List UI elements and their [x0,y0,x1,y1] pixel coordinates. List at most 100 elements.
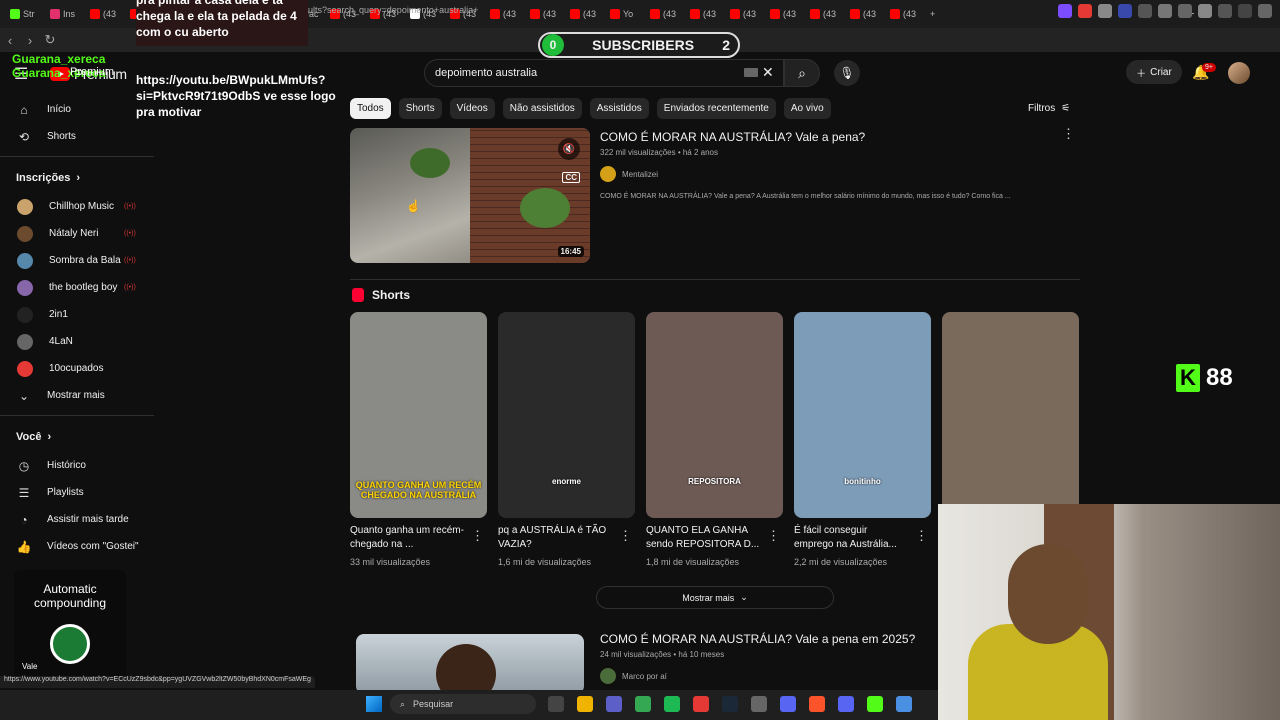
short-title[interactable]: Quanto ganha um recém-chegado na ... [350,524,465,552]
vpn-icon[interactable] [1238,4,1252,18]
short-thumbnail[interactable]: QUANTO GANHA UM RECÉM CHEGADO NA AUSTRÁL… [350,312,487,518]
menu-icon[interactable] [1258,4,1272,18]
more-options-icon[interactable]: ⋮ [619,528,632,544]
more-options-icon[interactable]: ⋮ [767,528,780,544]
app-icon[interactable] [751,696,767,712]
more-options-icon[interactable]: ⋮ [471,528,484,544]
search-input[interactable]: depoimento australia [424,59,784,87]
sidebar-item-you[interactable]: 👍 Vídeos com "Gostei" [0,533,154,560]
sidebar-show-more[interactable]: ⌄ Mostrar mais [0,382,154,409]
sidebar-item-subscription[interactable]: 10ocupados [0,355,154,382]
short-title[interactable]: É fácil conseguir emprego na Austrália..… [794,524,909,552]
extension-icon[interactable] [1078,4,1092,18]
windows-start-icon[interactable] [366,696,382,712]
wallet-icon[interactable] [1218,4,1232,18]
filter-chip[interactable]: Não assistidos [502,98,582,119]
steam-icon[interactable] [722,696,738,712]
channel-link[interactable]: Marco por aí [600,668,667,684]
taskbar-search[interactable]: ⌕ Pesquisar [390,694,536,714]
sidebar-item-shorts[interactable]: ⟲ Shorts [0,123,154,150]
opera-icon[interactable] [693,696,709,712]
browser-tab[interactable]: (43 [764,0,804,28]
sidebar-toggle-icon[interactable] [1198,4,1212,18]
new-tab-button[interactable]: + [924,0,964,28]
browser-tab[interactable]: Ins [44,0,84,28]
file-explorer-icon[interactable] [577,696,593,712]
filter-chip[interactable]: Ao vivo [783,98,831,119]
extension-icon[interactable] [1138,4,1152,18]
channel-link[interactable]: Mentalizei [600,166,658,182]
show-more-shorts-button[interactable]: Mostrar mais ⌄ [596,586,834,609]
forward-icon[interactable]: › [20,33,40,48]
kick-icon[interactable] [867,696,883,712]
extension-icon[interactable] [1058,4,1072,18]
app-icon[interactable] [606,696,622,712]
chrome-icon[interactable] [635,696,651,712]
more-options-icon[interactable]: ⋮ [1062,126,1075,142]
video-title[interactable]: COMO É MORAR NA AUSTRÁLIA? Vale a pena? [600,130,865,144]
browser-tab[interactable]: (43 [564,0,604,28]
sidebar-item-subscription[interactable]: Sombra da Bala ((•)) [0,247,154,274]
short-thumbnail[interactable]: bonitinho [794,312,931,518]
url-field[interactable]: ults?search_query=depoimento+australia+ [308,5,478,15]
sidebar-item-início[interactable]: ⌂ Início [0,96,154,123]
filter-chip[interactable]: Assistidos [589,98,649,119]
short-thumbnail[interactable]: enorme [498,312,635,518]
subscriptions-header[interactable]: Inscrições › [0,163,154,193]
create-button[interactable]: ＋ Criar [1126,60,1182,84]
task-view-icon[interactable] [548,696,564,712]
filter-chip[interactable]: Vídeos [449,98,495,119]
voice-search-button[interactable]: 🎙 [834,60,860,86]
browser-tab[interactable]: (43 [684,0,724,28]
more-options-icon[interactable]: ⋮ [915,528,928,544]
short-thumbnail[interactable]: REPOSITORA [646,312,783,518]
notepad-icon[interactable] [896,696,912,712]
sidebar-item-subscription[interactable]: the bootleg boy ((•)) [0,274,154,301]
browser-tab[interactable]: (43 [804,0,844,28]
discord-icon[interactable] [838,696,854,712]
spotify-icon[interactable] [664,696,680,712]
sidebar-item-you[interactable]: ☰ Playlists [0,479,154,506]
brave-icon[interactable] [809,696,825,712]
short-thumbnail[interactable] [942,312,1079,518]
shorts-heading: Shorts [372,288,411,302]
sidebar-item-you[interactable]: ◔ Assistir mais tarde [0,506,154,533]
browser-tab[interactable]: (43 [484,0,524,28]
extension-icon[interactable] [1178,4,1192,18]
search-button[interactable]: ⌕ [784,59,820,87]
back-icon[interactable]: ‹ [0,33,20,48]
sidebar-item-subscription[interactable]: 2in1 [0,301,154,328]
captions-icon[interactable]: CC [562,172,580,183]
filter-chip[interactable]: Todos [350,98,391,119]
clear-search-icon[interactable]: ✕ [762,64,774,81]
short-title[interactable]: QUANTO ELA GANHA sendo REPOSITORA D... [646,524,761,552]
sidebar-item-subscription[interactable]: 4LaN [0,328,154,355]
browser-tab[interactable]: (43 [84,0,124,28]
extension-icon[interactable] [1098,4,1112,18]
video-title[interactable]: COMO É MORAR NA AUSTRÁLIA? Vale a pena e… [600,632,915,646]
extension-icon[interactable] [1118,4,1132,18]
extension-icon[interactable] [1158,4,1172,18]
video-thumbnail[interactable]: 🔇 CC 16:45 [350,128,590,263]
browser-tab[interactable]: (43 [524,0,564,28]
short-title[interactable]: pq a AUSTRÁLIA é TÃO VAZIA? [498,524,613,552]
video-thumbnail[interactable] [356,634,584,694]
reload-icon[interactable]: ↻ [40,32,60,48]
browser-tab[interactable]: (43 [844,0,884,28]
app-icon[interactable] [780,696,796,712]
keyboard-icon[interactable] [744,68,758,77]
browser-tab[interactable]: (43 [644,0,684,28]
filter-chip[interactable]: Shorts [398,98,442,119]
sidebar-item-subscription[interactable]: Chillhop Music ((•)) [0,193,154,220]
browser-tab[interactable]: Str [4,0,44,28]
sidebar-item-you[interactable]: ◷ Histórico [0,452,154,479]
filters-button[interactable]: Filtros ⚟ [1028,103,1070,114]
sidebar-item-subscription[interactable]: Nátaly Neri ((•)) [0,220,154,247]
filter-chip[interactable]: Enviados recentemente [656,98,776,119]
mute-icon[interactable]: 🔇 [558,138,580,160]
browser-tab[interactable]: (43 [884,0,924,28]
account-avatar[interactable] [1228,62,1250,84]
you-header[interactable]: Você › [0,422,154,452]
browser-tab[interactable]: (43 [724,0,764,28]
browser-tab[interactable]: Yo [604,0,644,28]
